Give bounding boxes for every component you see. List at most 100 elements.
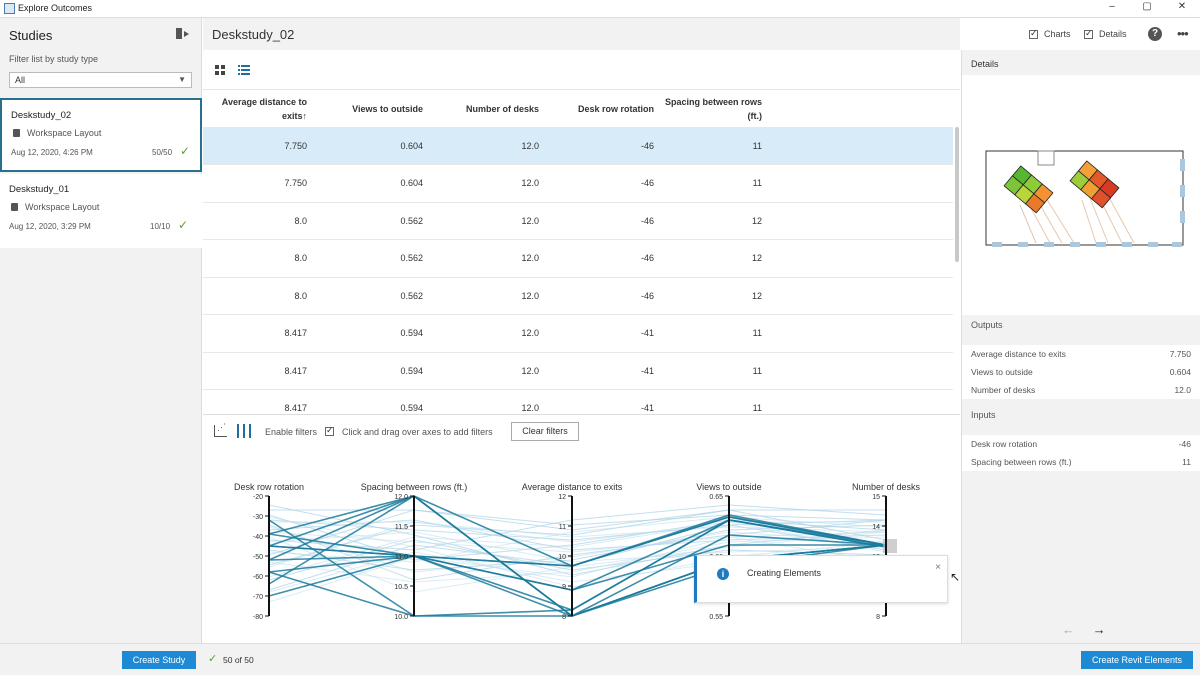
complete-check-icon: ✓ [178, 218, 189, 232]
table-row[interactable]: 8.417 0.594 12.0 -41 11 [203, 314, 953, 353]
axis-tick-label: 11.5 [395, 524, 408, 531]
col-header-views[interactable]: Views to outside [313, 90, 429, 127]
table-cell: 12.0 [429, 239, 545, 278]
grid-view-icon[interactable] [215, 65, 226, 76]
sidebar-title: Studies [9, 28, 53, 43]
axis-tick-label: 8 [876, 614, 880, 621]
enable-filters-checkbox[interactable] [325, 425, 334, 436]
table-row[interactable]: 7.750 0.604 12.0 -46 11 [203, 127, 953, 165]
maximize-button[interactable]: ▢ [1137, 1, 1157, 15]
scatter-plot-icon[interactable] [214, 422, 227, 437]
study-date: Aug 12, 2020, 3:29 PM [9, 222, 91, 231]
table-cell: 0.562 [313, 202, 429, 240]
axis-tick-label: 12.0 [394, 494, 408, 501]
col-header-avg-distance[interactable]: Average distance to exits↑ [203, 90, 313, 127]
enable-filters-label: Enable filters [265, 427, 318, 437]
table-row[interactable]: 8.0 0.562 12.0 -46 12 [203, 277, 953, 315]
axis-tick-label: 0.55 [709, 614, 723, 621]
study-card-deskstudy-01[interactable]: Deskstudy_01 Workspace Layout Aug 12, 20… [0, 174, 202, 248]
collapse-panel-icon[interactable] [176, 28, 190, 40]
study-date: Aug 12, 2020, 4:26 PM [11, 148, 93, 157]
axis-tick-label: 10.5 [394, 584, 408, 591]
details-label: Details [1099, 29, 1127, 39]
table-cell: 0.562 [313, 239, 429, 278]
layout-preview [962, 75, 1200, 315]
table-cell: 12.0 [429, 352, 545, 390]
help-icon[interactable]: ? [1148, 27, 1162, 41]
table-cell: 12 [660, 239, 768, 278]
table-cell: 8.0 [203, 239, 313, 278]
clear-filters-button[interactable]: Clear filters [511, 422, 579, 441]
table-cell: 8.0 [203, 202, 313, 240]
axis-tick-label: 8 [562, 614, 566, 621]
main-header [203, 18, 960, 50]
axis-tick-label: 14 [872, 524, 880, 531]
table-cell: -46 [545, 127, 660, 165]
col-header-rotation[interactable]: Desk row rotation [545, 90, 660, 127]
table-cell: 12.0 [429, 277, 545, 315]
next-arrow-icon[interactable]: → [1093, 622, 1106, 637]
page-title: Deskstudy_02 [212, 27, 295, 42]
studies-sidebar: Studies Filter list by study type All ▼ … [0, 18, 202, 643]
charts-label: Charts [1044, 29, 1071, 39]
app-icon [4, 3, 15, 14]
chevron-down-icon: ▼ [178, 75, 186, 84]
axis-tick-label: 11 [559, 524, 566, 531]
axis-tick-label: -70 [253, 594, 263, 601]
desk-layout-preview-image [985, 150, 1185, 247]
minimize-button[interactable]: – [1102, 1, 1122, 15]
window-title: Explore Outcomes [18, 3, 93, 13]
table-row[interactable]: 8.417 0.594 12.0 -41 11 [203, 352, 953, 390]
creating-elements-toast: i Creating Elements × [694, 555, 948, 603]
table-cell: 0.594 [313, 314, 429, 353]
table-cell: -46 [545, 277, 660, 315]
list-view-icon[interactable] [238, 65, 250, 76]
study-type-filter-select[interactable]: All ▼ [9, 72, 192, 88]
axis-tick-label: 15 [872, 494, 880, 501]
table-row[interactable]: 7.750 0.604 12.0 -46 11 [203, 164, 953, 203]
toast-close-icon[interactable]: × [935, 562, 941, 573]
filter-label: Filter list by study type [9, 54, 99, 64]
outcome-navigation: ← → [1062, 622, 1106, 637]
table-cell: 12.0 [429, 314, 545, 353]
table-cell: 12 [660, 277, 768, 315]
axis-tick-label: -80 [253, 614, 263, 621]
sort-ascending-icon: ↑ [302, 110, 308, 121]
parallel-coordinates-chart[interactable]: Desk row rotation -20 -30 -40 -50 -60 -70 -80 Sp… [203, 450, 960, 643]
filters-hint: Click and drag over axes to add filters [342, 427, 493, 437]
study-name: Deskstudy_01 [9, 184, 70, 195]
table-row[interactable]: 8.0 0.562 12.0 -46 12 [203, 202, 953, 240]
outputs-section-header: Outputs [962, 315, 1200, 339]
col-header-spacing[interactable]: Spacing between rows (ft.) [660, 90, 768, 127]
create-study-button[interactable]: Create Study [122, 651, 196, 669]
axis-tick-label: -30 [253, 514, 263, 521]
axis-tick-label: -40 [253, 534, 263, 541]
table-cell: 7.750 [203, 127, 313, 165]
table-cell: 11 [660, 314, 768, 353]
axis-tick-label: -60 [253, 574, 263, 581]
inputs-section-header: Inputs [962, 405, 1200, 429]
study-card-deskstudy-02[interactable]: Deskstudy_02 Workspace Layout Aug 12, 20… [0, 98, 202, 172]
table-cell: 0.562 [313, 277, 429, 315]
table-cell: -46 [545, 164, 660, 203]
table-cell: 12 [660, 202, 768, 240]
previous-arrow-icon[interactable]: ← [1062, 622, 1075, 637]
info-icon: i [717, 568, 729, 580]
table-header-row: Average distance to exits↑ Views to outs… [203, 90, 953, 127]
parallel-coordinates-icon[interactable] [237, 424, 251, 438]
filter-selected-value: All [15, 75, 26, 85]
table-cell: 11 [660, 164, 768, 203]
col-header-desks[interactable]: Number of desks [429, 90, 545, 127]
axis-label: Views to outside [696, 482, 761, 492]
input-row: Desk row rotation -46 [962, 435, 1200, 453]
charts-checkbox[interactable] [1029, 28, 1038, 39]
axis-tick-label: -50 [253, 554, 263, 561]
axis-label: Spacing between rows (ft.) [361, 482, 468, 492]
close-window-button[interactable]: ✕ [1172, 1, 1192, 15]
table-scrollbar[interactable] [955, 127, 959, 262]
table-row[interactable]: 8.0 0.562 12.0 -46 12 [203, 239, 953, 278]
more-options-icon[interactable]: ••• [1177, 26, 1189, 41]
details-checkbox[interactable] [1084, 28, 1093, 39]
view-toolbar [203, 50, 960, 90]
create-revit-elements-button[interactable]: Create Revit Elements [1081, 651, 1193, 669]
